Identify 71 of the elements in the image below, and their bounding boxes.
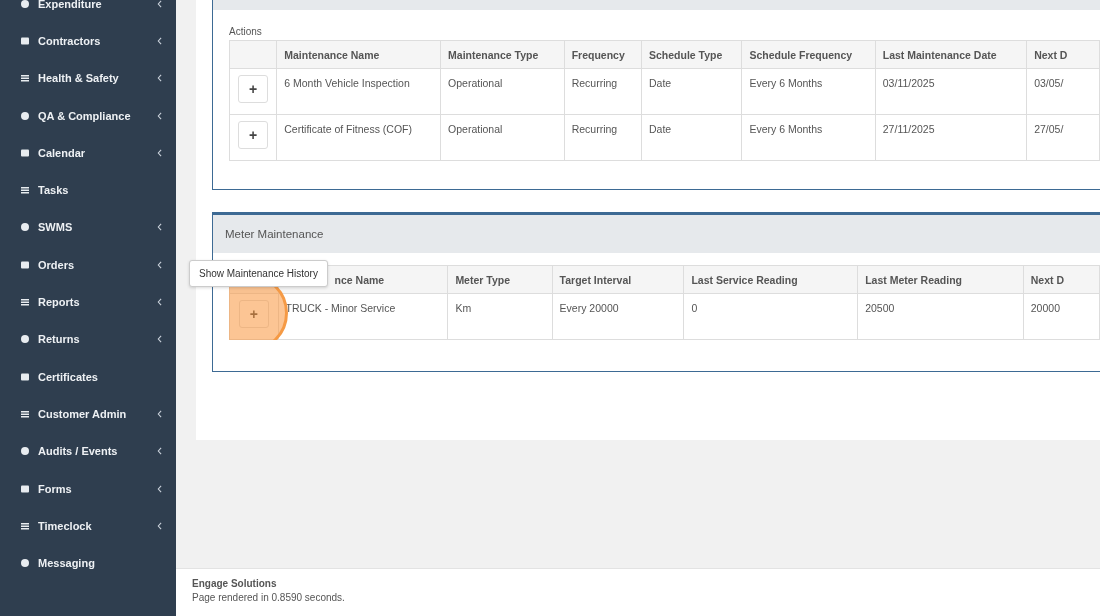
- card-title: Meter Maintenance: [225, 228, 324, 240]
- column-header: Maintenance Type: [440, 40, 565, 69]
- sidebar-item[interactable]: SWMS: [0, 208, 176, 247]
- table-cell: Every 20000: [552, 293, 684, 340]
- table-cell: Km: [447, 293, 553, 340]
- table-cell: Every 6 Months: [741, 68, 876, 115]
- menu-item-icon: [20, 147, 30, 158]
- sidebar-item[interactable]: Certificates: [0, 357, 176, 396]
- menu-item-icon: [20, 334, 30, 345]
- column-header: Next D: [1023, 265, 1100, 294]
- column-header: Maintenance Name: [276, 40, 441, 69]
- sidebar-item[interactable]: Calendar: [0, 134, 176, 172]
- expand-button[interactable]: +: [238, 121, 269, 149]
- sidebar-item[interactable]: Returns: [0, 320, 176, 358]
- table-cell: Recurring: [564, 68, 642, 115]
- tooltip: Show Maintenance History: [189, 260, 328, 287]
- menu-item-icon: [20, 35, 30, 46]
- sidebar-item[interactable]: Expenditure: [0, 0, 176, 23]
- table-cell: Date: [641, 114, 742, 161]
- menu-item-icon: [20, 0, 30, 9]
- sidebar-item[interactable]: Customer Admin: [0, 395, 176, 433]
- expand-button[interactable]: +: [238, 75, 269, 103]
- table-cell: 27/11/2025: [875, 114, 1027, 161]
- table-cell: Date: [641, 68, 742, 115]
- menu-item-icon: [20, 110, 30, 121]
- sidebar-item[interactable]: QA & Compliance: [0, 96, 176, 135]
- table-cell: 6 Month Vehicle Inspection: [276, 68, 441, 115]
- sidebar-item[interactable]: Timeclock: [0, 507, 176, 545]
- sidebar-item[interactable]: Health & Safety: [0, 59, 176, 97]
- table-cell: 0: [683, 293, 858, 340]
- column-header: Target Interval: [552, 265, 684, 294]
- menu-item-icon: [20, 558, 30, 569]
- menu-item-icon: [20, 371, 30, 382]
- sidebar-item[interactable]: Orders: [0, 246, 176, 284]
- column-header: Schedule Frequency: [741, 40, 876, 69]
- render-time: Page rendered in 0.8590 seconds.: [192, 592, 346, 603]
- menu-item-icon: [20, 185, 30, 196]
- sidebar-item[interactable]: Tasks: [0, 171, 176, 209]
- sidebar-item[interactable]: Contractors: [0, 22, 176, 60]
- column-header: Frequency: [564, 40, 642, 69]
- table-cell: 27/05/: [1026, 114, 1100, 161]
- company-name: Engage Solutions: [192, 578, 278, 589]
- column-header: Last Meter Reading: [857, 265, 1024, 294]
- column-header: Schedule Type: [641, 40, 742, 69]
- menu-item-icon: [20, 483, 30, 494]
- table-caption: Actions: [229, 26, 263, 37]
- table-cell: 03/05/: [1026, 68, 1100, 115]
- menu-item-icon: [20, 297, 30, 307]
- table-cell: Operational: [440, 114, 565, 161]
- table-cell: Recurring: [564, 114, 642, 161]
- table-cell: 20500: [857, 293, 1024, 340]
- column-header: Next D: [1026, 40, 1100, 69]
- sidebar-item[interactable]: Messaging: [0, 544, 176, 582]
- column-header: Last Maintenance Date: [875, 40, 1027, 69]
- menu-item-icon: [20, 520, 30, 531]
- menu-item-icon: [20, 73, 30, 84]
- menu-item-icon: [20, 408, 30, 419]
- table-cell: 20000: [1023, 293, 1100, 340]
- column-header: Meter Type: [447, 265, 553, 294]
- table-cell: Every 6 Months: [741, 114, 876, 161]
- column-header: Last Service Reading: [683, 265, 858, 294]
- menu-item-icon: [20, 446, 30, 457]
- sidebar-item[interactable]: Forms: [0, 469, 176, 508]
- table-cell: TRUCK - Minor Service: [278, 293, 448, 340]
- menu-item-icon: [20, 259, 30, 270]
- table-cell: Certificate of Fitness (COF): [276, 114, 441, 161]
- sidebar-item[interactable]: Audits / Events: [0, 432, 176, 470]
- menu-item-icon: [20, 222, 30, 233]
- table-cell: Operational: [440, 68, 565, 115]
- table-cell: 03/11/2025: [875, 68, 1027, 115]
- sidebar-item[interactable]: Reports: [0, 283, 176, 321]
